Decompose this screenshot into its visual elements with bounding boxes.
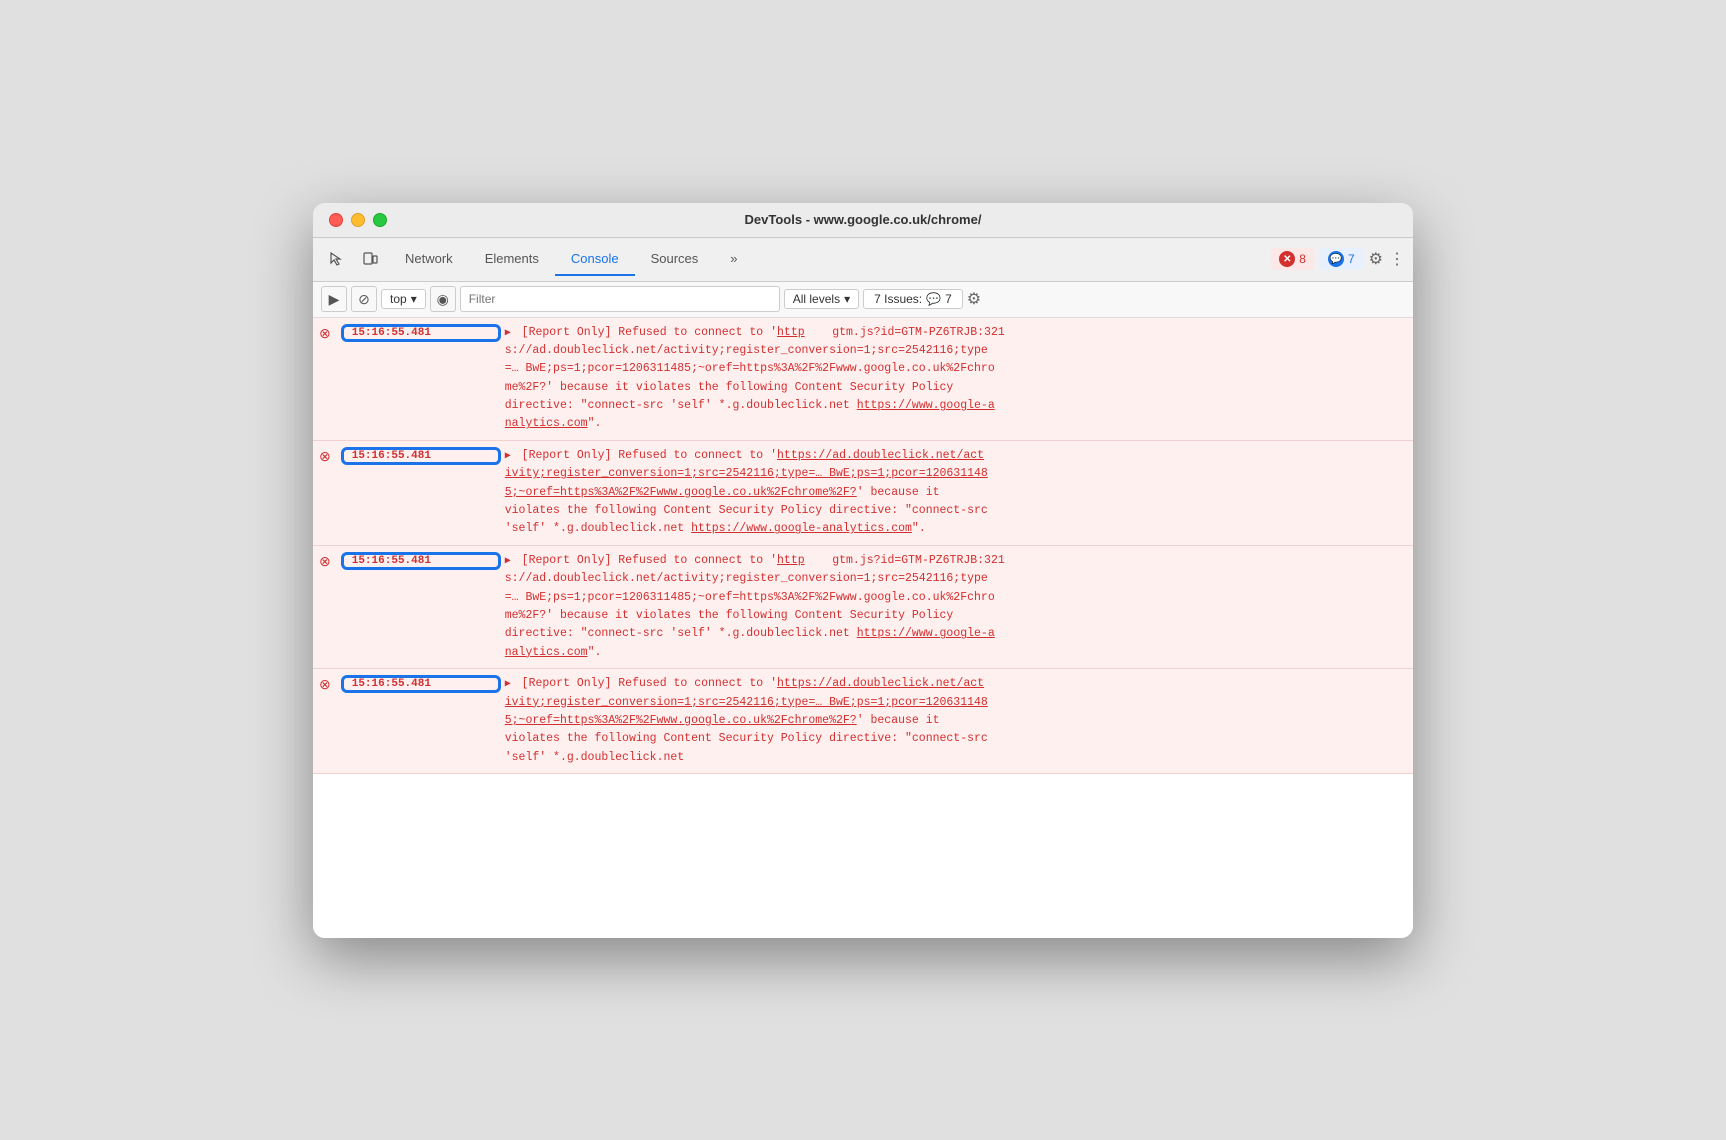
error-circle-icon: ⊗ — [313, 675, 337, 693]
levels-dropdown-icon: ▾ — [844, 292, 850, 306]
error-x-icon: ✕ — [1283, 254, 1291, 265]
url-link[interactable]: https://ad.doubleclick.net/act ivity;reg… — [505, 449, 988, 499]
log-message-text: ▶ [Report Only] Refused to connect to 'h… — [505, 675, 1413, 767]
devtools-window: DevTools - www.google.co.uk/chrome/ Netw… — [313, 203, 1413, 938]
title-bar: DevTools - www.google.co.uk/chrome/ — [313, 203, 1413, 238]
log-entry: ⊗ 15:16:55.481 ▶ [Report Only] Refused t… — [313, 546, 1413, 669]
levels-label: All levels — [793, 292, 840, 306]
log-timestamp: 15:16:55.481 — [341, 447, 501, 465]
play-icon: ▶ — [329, 291, 340, 308]
log-timestamp: 15:16:55.481 — [341, 675, 501, 693]
issues-label: 7 Issues: — [874, 292, 922, 306]
inspect-element-button[interactable] — [321, 244, 351, 274]
minimize-button[interactable] — [351, 213, 365, 227]
dropdown-arrow-icon: ▾ — [411, 292, 417, 306]
expand-triangle-icon[interactable]: ▶ — [505, 328, 511, 339]
expand-triangle-icon[interactable]: ▶ — [505, 451, 511, 462]
info-count: 7 — [1348, 252, 1355, 266]
tab-elements[interactable]: Elements — [469, 243, 555, 276]
info-icon-circle: 💬 — [1328, 251, 1344, 267]
device-icon — [362, 251, 378, 267]
device-toolbar-button[interactable] — [355, 244, 385, 274]
console-settings-icon[interactable]: ⚙ — [967, 289, 981, 309]
error-circle-icon: ⊗ — [313, 552, 337, 570]
clear-console-button[interactable]: ⊘ — [351, 286, 377, 312]
log-message-text: ▶ [Report Only] Refused to connect to 'h… — [505, 552, 1413, 662]
log-timestamp: 15:16:55.481 — [341, 324, 501, 342]
tab-toolbar: Network Elements Console Sources » ✕ 8 💬… — [313, 238, 1413, 282]
play-button[interactable]: ▶ — [321, 286, 347, 312]
tab-more[interactable]: » — [714, 243, 753, 276]
chat-icon: 💬 — [1330, 254, 1342, 265]
error-circle-icon: ⊗ — [313, 447, 337, 465]
analytics-link[interactable]: https://www.google-a nalytics.com — [505, 627, 995, 658]
more-options-icon[interactable]: ⋮ — [1389, 249, 1405, 269]
error-circle-icon: ⊗ — [313, 324, 337, 342]
log-levels-selector[interactable]: All levels ▾ — [784, 289, 859, 309]
log-entry: ⊗ 15:16:55.481 ▶ [Report Only] Refused t… — [313, 669, 1413, 774]
error-icon-circle: ✕ — [1279, 251, 1295, 267]
info-count-button[interactable]: 💬 7 — [1320, 248, 1363, 270]
context-label: top — [390, 292, 407, 306]
tab-console[interactable]: Console — [555, 243, 635, 276]
tab-network[interactable]: Network — [389, 243, 469, 276]
analytics-link[interactable]: https://www.google-a nalytics.com — [505, 399, 995, 430]
tab-navigation: Network Elements Console Sources » — [389, 243, 1267, 276]
close-button[interactable] — [329, 213, 343, 227]
issues-button[interactable]: 7 Issues: 💬 7 — [863, 289, 963, 309]
url-link[interactable]: https://ad.doubleclick.net/act ivity;reg… — [505, 677, 988, 727]
traffic-lights — [329, 213, 387, 227]
toolbar-right: ✕ 8 💬 7 ⚙ ⋮ — [1271, 248, 1405, 270]
issues-count: 7 — [945, 292, 952, 306]
eye-button[interactable]: ◉ — [430, 286, 456, 312]
error-count-button[interactable]: ✕ 8 — [1271, 248, 1314, 270]
url-link[interactable]: http — [777, 326, 805, 339]
context-selector[interactable]: top ▾ — [381, 289, 426, 309]
error-count: 8 — [1299, 252, 1306, 266]
expand-triangle-icon[interactable]: ▶ — [505, 679, 511, 690]
issues-chat-icon: 💬 — [926, 292, 941, 306]
url-link[interactable]: http — [777, 554, 805, 567]
tab-sources[interactable]: Sources — [635, 243, 715, 276]
console-toolbar: ▶ ⊘ top ▾ ◉ All levels ▾ 7 Issues: 💬 7 ⚙ — [313, 282, 1413, 318]
maximize-button[interactable] — [373, 213, 387, 227]
console-output: ⊗ 15:16:55.481 ▶ [Report Only] Refused t… — [313, 318, 1413, 938]
log-entry: ⊗ 15:16:55.481 ▶ [Report Only] Refused t… — [313, 441, 1413, 546]
settings-gear-icon[interactable]: ⚙ — [1369, 249, 1383, 269]
cursor-icon — [328, 251, 344, 267]
analytics-link[interactable]: https://www.google-analytics.com — [691, 522, 912, 535]
window-title: DevTools - www.google.co.uk/chrome/ — [745, 212, 982, 227]
block-icon: ⊘ — [358, 291, 370, 308]
filter-input[interactable] — [460, 286, 780, 312]
log-timestamp: 15:16:55.481 — [341, 552, 501, 570]
log-message-text: ▶ [Report Only] Refused to connect to 'h… — [505, 447, 1413, 539]
log-message-text: ▶ [Report Only] Refused to connect to 'h… — [505, 324, 1413, 434]
log-entry: ⊗ 15:16:55.481 ▶ [Report Only] Refused t… — [313, 318, 1413, 441]
eye-icon: ◉ — [437, 291, 449, 308]
expand-triangle-icon[interactable]: ▶ — [505, 556, 511, 567]
